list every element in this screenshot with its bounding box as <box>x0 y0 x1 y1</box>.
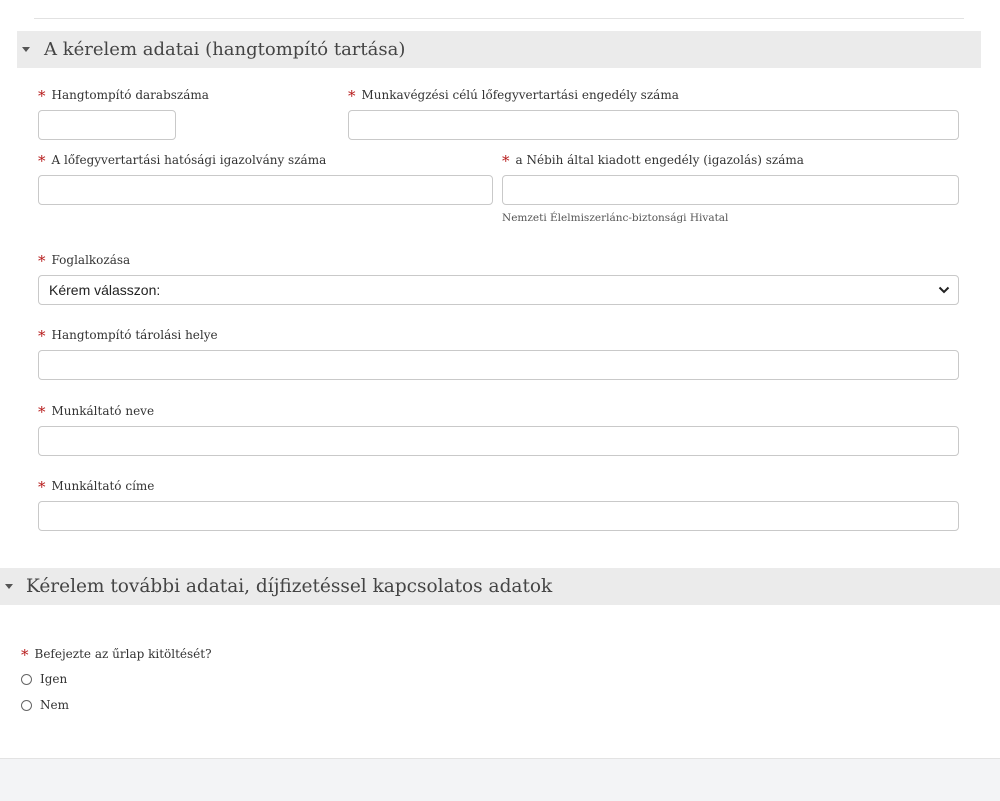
nebih-permit-label: * a Nébih által kiadott engedély (igazolá… <box>502 152 804 170</box>
required-asterisk: * <box>38 478 46 496</box>
employer-address-input[interactable] <box>38 501 959 531</box>
nebih-hint: Nemzeti Élelmiszerlánc-biztonsági Hivata… <box>502 212 729 224</box>
required-asterisk: * <box>38 252 46 270</box>
occupation-select[interactable]: Kérem válasszon: <box>38 275 959 305</box>
storage-location-input[interactable] <box>38 350 959 380</box>
nebih-permit-number-input[interactable] <box>502 175 959 205</box>
storage-label: * Hangtompító tárolási helye <box>38 327 218 345</box>
required-asterisk: * <box>38 403 46 421</box>
top-divider <box>34 18 964 19</box>
occupation-label: * Foglalkozása <box>38 252 131 270</box>
completion-question: * Befejezte az űrlap kitöltését? <box>21 646 212 664</box>
radio-button[interactable] <box>21 699 32 711</box>
section-title: A kérelem adatai (hangtompító tartása) <box>44 39 406 60</box>
required-asterisk: * <box>348 87 356 105</box>
authority-id-label: * A lőfegyvertartási hatósági igazolvány … <box>38 152 327 170</box>
radio-label: Igen <box>40 672 68 686</box>
required-asterisk: * <box>38 87 46 105</box>
chevron-down-icon <box>938 286 950 294</box>
silencer-count-input[interactable] <box>38 110 176 140</box>
section-header-additional-data[interactable]: Kérelem további adatai, díjfizetéssel ka… <box>0 568 1000 605</box>
radio-button[interactable] <box>21 673 32 685</box>
required-asterisk: * <box>502 152 510 170</box>
authority-id-number-input[interactable] <box>38 175 493 205</box>
required-asterisk: * <box>38 152 46 170</box>
work-permit-label: * Munkavégzési célú lőfegyvertartási enge… <box>348 87 679 105</box>
radio-option-nem[interactable]: Nem <box>21 698 69 712</box>
caret-down-icon[interactable] <box>5 584 13 589</box>
caret-down-icon[interactable] <box>22 47 30 52</box>
employer-name-label: * Munkáltató neve <box>38 403 155 421</box>
radio-option-igen[interactable]: Igen <box>21 672 67 686</box>
section-header-request-data[interactable]: A kérelem adatai (hangtompító tartása) <box>17 31 981 68</box>
required-asterisk: * <box>21 646 29 664</box>
employer-address-label: * Munkáltató címe <box>38 478 155 496</box>
section-title: Kérelem további adatai, díjfizetéssel ka… <box>26 576 553 597</box>
radio-label: Nem <box>40 698 69 712</box>
count-label: * Hangtompító darabszáma <box>38 87 209 105</box>
required-asterisk: * <box>38 327 46 345</box>
employer-name-input[interactable] <box>38 426 959 456</box>
work-permit-number-input[interactable] <box>348 110 959 140</box>
footer-band <box>0 758 1000 801</box>
occupation-selected-value: Kérem válasszon: <box>49 282 161 298</box>
